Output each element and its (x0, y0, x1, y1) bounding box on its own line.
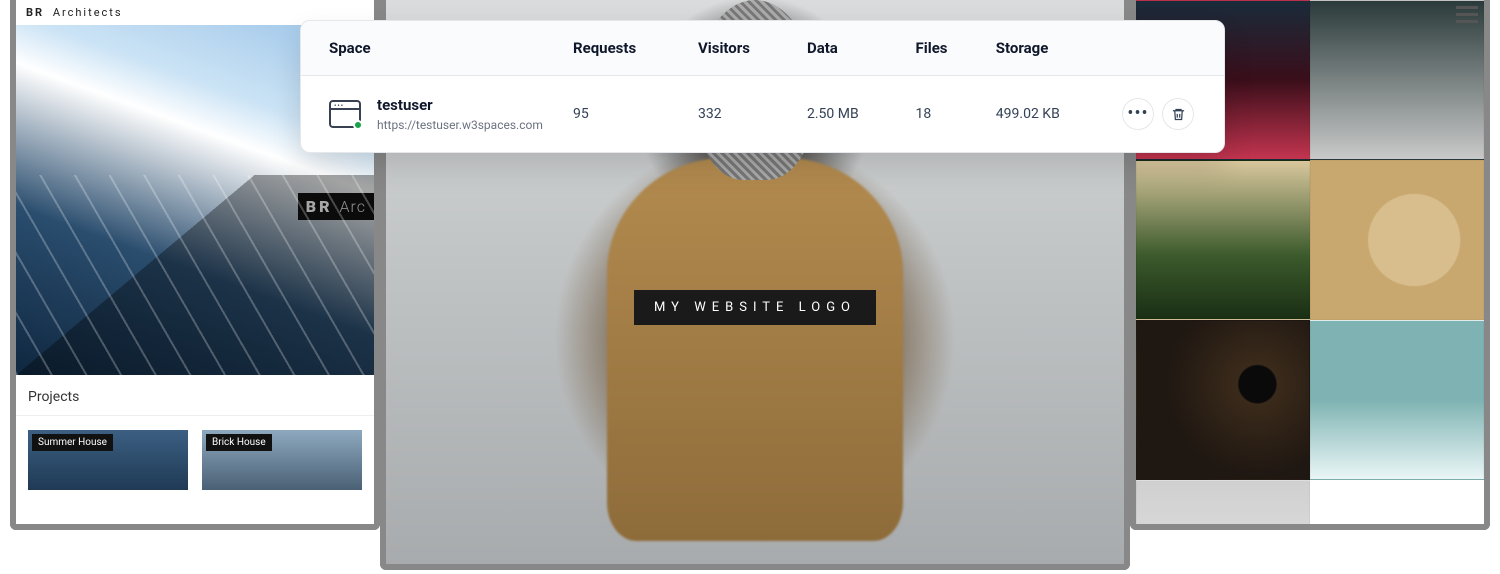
brand-rest: Architects (53, 6, 123, 19)
spaces-panel: Space Requests Visitors Data Files Stora… (300, 20, 1225, 153)
brand-bold: BR (26, 6, 44, 19)
trash-icon (1171, 107, 1186, 122)
col-storage: Storage (984, 21, 1110, 76)
thumb-label: Summer House (32, 434, 113, 451)
table-header-row: Space Requests Visitors Data Files Stora… (301, 21, 1224, 76)
hero-badge: BR Arc (298, 193, 374, 220)
col-requests: Requests (561, 21, 686, 76)
col-visitors: Visitors (686, 21, 795, 76)
gallery-tile (1310, 320, 1484, 480)
thumb-label: Brick House (206, 434, 272, 451)
space-name: testuser (377, 96, 543, 114)
cell-files: 18 (904, 76, 984, 153)
projects-heading: Projects (16, 375, 374, 416)
row-actions: ••• (1122, 98, 1212, 130)
browser-window-icon: ••• (329, 100, 361, 128)
gallery-tile (1136, 160, 1310, 320)
cell-data: 2.50 MB (795, 76, 904, 153)
space-url: https://testuser.w3spaces.com (377, 118, 543, 132)
website-logo-badge: MY WEBSITE LOGO (634, 290, 876, 325)
space-cell: ••• testuser https://testuser.w3spaces.c… (329, 96, 549, 132)
gallery-tile (1310, 0, 1484, 160)
col-space: Space (301, 21, 561, 76)
cell-storage: 499.02 KB (984, 76, 1110, 153)
delete-button[interactable] (1162, 98, 1194, 130)
spaces-table: Space Requests Visitors Data Files Stora… (301, 21, 1224, 152)
gallery-tile (1310, 160, 1484, 320)
table-row[interactable]: ••• testuser https://testuser.w3spaces.c… (301, 76, 1224, 153)
thumb-summer-house: Summer House (28, 430, 188, 490)
status-dot-online (353, 120, 363, 130)
thumb-brick-house: Brick House (202, 430, 362, 490)
gallery-tile (1136, 480, 1310, 530)
project-thumbnails: Summer House Brick House (16, 416, 374, 504)
cell-requests: 95 (561, 76, 686, 153)
cell-visitors: 332 (686, 76, 795, 153)
gallery-tile (1136, 320, 1310, 480)
more-actions-button[interactable]: ••• (1122, 98, 1154, 130)
col-data: Data (795, 21, 904, 76)
hamburger-icon[interactable] (1456, 6, 1478, 23)
col-actions (1110, 21, 1224, 76)
col-files: Files (904, 21, 984, 76)
